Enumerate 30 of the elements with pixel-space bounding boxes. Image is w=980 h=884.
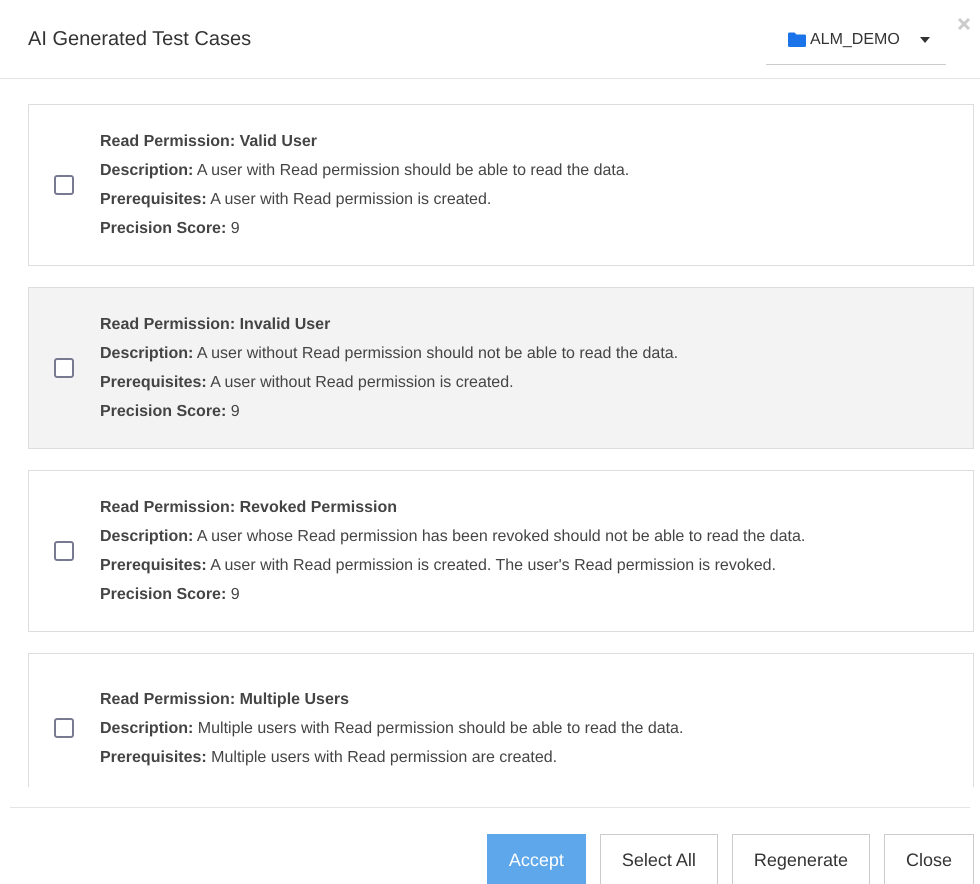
- test-case-title: Read Permission: Valid User: [100, 132, 318, 152]
- test-case-field: Prerequisites: Multiple users with Read permission are created.: [100, 742, 684, 772]
- test-case-field: Precision Score: 9: [100, 214, 630, 243]
- test-case-card[interactable]: Read Permission: Invalid User Description: A user without Read permission should not be able to read the data. Prerequisites: A user without Read permission is created. Precision Score: 9: [28, 287, 974, 449]
- dialog-button[interactable]: Regenerate: [732, 834, 870, 884]
- dialog-button[interactable]: Close: [884, 834, 974, 884]
- test-case-field: Precision Score: 9: [100, 580, 806, 609]
- dialog-button[interactable]: Select All: [600, 834, 718, 884]
- checkbox[interactable]: [54, 718, 74, 738]
- dialog-title: AI Generated Test Cases: [28, 27, 252, 52]
- checkbox[interactable]: [54, 175, 74, 195]
- test-case-field: Prerequisites: A user with Read permission is created.: [100, 185, 630, 214]
- test-case-field: Description: Multiple users with Read permission should be able to read the data.: [100, 714, 684, 742]
- test-case-title: Read Permission: Revoked Permission: [100, 498, 398, 518]
- checkbox[interactable]: [54, 358, 74, 378]
- test-case-field: Description: A user without Read permission should not be able to read the data.: [100, 339, 678, 368]
- test-case-field: Precision Score: 9: [100, 397, 678, 426]
- test-case-field: Prerequisites: A user without Read permission is created.: [100, 368, 678, 397]
- test-case-title: Read Permission: Invalid User: [100, 315, 332, 335]
- folder-icon: [788, 32, 806, 47]
- test-case-field: Description: A user with Read permission should be able to read the data.: [100, 156, 630, 185]
- checkbox[interactable]: [54, 541, 74, 561]
- test-case-field: Prerequisites: A user with Read permission is created. The user's Read permission is revoked.: [100, 551, 806, 580]
- test-case-title: Read Permission: Multiple Users: [100, 690, 350, 710]
- caret-icon: [920, 36, 930, 42]
- project-dropdown[interactable]: ALM_DEMO: [766, 15, 946, 65]
- test-case-field: Description: A user whose Read permission has been revoked should not be able to read the data.: [100, 522, 806, 551]
- test-case-card[interactable]: Read Permission: Multiple Users Description: Multiple users with Read permission should be able to read the data. Prerequisites: Multiple users with Read permission are created.: [28, 653, 974, 787]
- test-case-card[interactable]: Read Permission: Valid User Description: A user with Read permission should be able to read the data. Prerequisites: A user with Read permission is created. Precision Score: 9: [28, 104, 974, 266]
- test-case-card[interactable]: [28, 470, 974, 632]
